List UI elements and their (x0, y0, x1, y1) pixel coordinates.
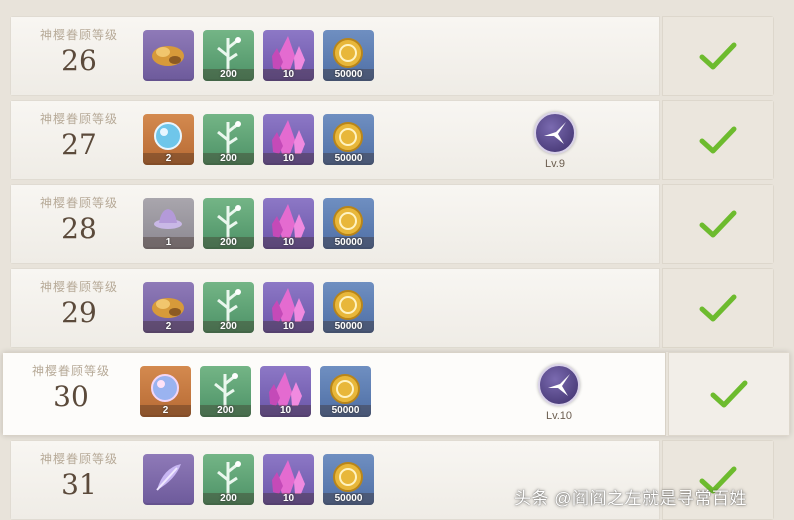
sacred-branch-icon[interactable]: 200 (203, 198, 254, 249)
unlock-reward[interactable]: Lv.10 (534, 364, 584, 422)
item-quantity: 200 (203, 153, 254, 165)
item-quantity: 50000 (320, 405, 371, 417)
level-label: 神樱眷顾等级 (39, 28, 118, 42)
crystal-cluster-icon[interactable]: 10 (260, 366, 311, 417)
reward-items: 2 200 10 50000 (140, 366, 371, 417)
level-row-29: 神樱眷顾等级 29 2 200 10 50000 (10, 268, 774, 348)
level-number: 30 (53, 380, 89, 413)
row-status-cell (662, 268, 774, 348)
level-label: 神樱眷顾等级 (39, 280, 118, 294)
crystal-cluster-icon[interactable]: 10 (263, 454, 314, 505)
gadget-badge-icon (534, 112, 576, 154)
item-quantity: 10 (263, 237, 314, 249)
gadget-badge-icon (538, 364, 580, 406)
level-number: 28 (61, 212, 97, 245)
unlock-level: Lv.10 (545, 410, 573, 422)
crystal-cluster-icon[interactable]: 10 (263, 114, 314, 165)
reward-items: 200 10 50000 (143, 454, 374, 505)
level-number: 26 (61, 44, 97, 77)
sacred-branch-icon[interactable]: 200 (203, 454, 254, 505)
item-quantity: 200 (203, 69, 254, 81)
checkmark-icon (699, 42, 737, 70)
hat-icon[interactable]: 1 (143, 198, 194, 249)
row-status-cell (662, 100, 774, 180)
level-number: 29 (61, 296, 97, 329)
checkmark-icon (699, 126, 737, 154)
item-quantity: 50000 (323, 69, 374, 81)
crystal-orb-icon[interactable]: 2 (140, 366, 191, 417)
row-status-cell (662, 16, 774, 96)
mora-coin-icon[interactable]: 50000 (323, 454, 374, 505)
item-quantity: 10 (260, 405, 311, 417)
mora-coin-icon[interactable]: 50000 (323, 198, 374, 249)
item-quantity: 50000 (323, 237, 374, 249)
item-quantity: 1 (143, 237, 194, 249)
crystal-cluster-icon[interactable]: 10 (263, 282, 314, 333)
reward-items: 200 10 50000 (143, 30, 374, 81)
item-quantity: 2 (143, 153, 194, 165)
mora-coin-icon[interactable]: 50000 (323, 282, 374, 333)
ore-chunk-icon[interactable] (143, 30, 194, 81)
reward-items: 1 200 10 50000 (143, 198, 374, 249)
checkmark-icon (699, 210, 737, 238)
item-quantity: 10 (263, 321, 314, 333)
crystal-orb-icon[interactable]: 2 (143, 114, 194, 165)
row-status-cell (662, 184, 774, 264)
reward-board: 神樱眷顾等级 26 200 10 50000 神樱眷顾等级 27 2 200 1… (0, 0, 794, 520)
level-row-26: 神樱眷顾等级 26 200 10 50000 (10, 16, 774, 96)
item-quantity: 10 (263, 69, 314, 81)
row-status-cell (668, 352, 790, 436)
level-label: 神樱眷顾等级 (39, 196, 118, 210)
checkmark-icon (710, 380, 748, 408)
item-quantity: 50000 (323, 321, 374, 333)
mora-coin-icon[interactable]: 50000 (323, 114, 374, 165)
item-quantity: 2 (143, 321, 194, 333)
sacred-branch-icon[interactable]: 200 (203, 282, 254, 333)
item-quantity: 200 (203, 493, 254, 505)
feather-icon[interactable] (143, 454, 194, 505)
level-label: 神樱眷顾等级 (31, 364, 110, 378)
unlock-level: Lv.9 (545, 158, 565, 170)
level-row-30: 神樱眷顾等级 30 2 200 10 50000 Lv.10 (2, 352, 790, 436)
item-quantity: 200 (200, 405, 251, 417)
ore-chunk-icon[interactable]: 2 (143, 282, 194, 333)
crystal-cluster-icon[interactable]: 10 (263, 198, 314, 249)
item-quantity: 10 (263, 153, 314, 165)
item-quantity: 2 (140, 405, 191, 417)
level-row-28: 神樱眷顾等级 28 1 200 10 50000 (10, 184, 774, 264)
watermark: 头条 @阎阎之左就是寻常百姓 (514, 489, 747, 508)
item-quantity: 50000 (323, 493, 374, 505)
sacred-branch-icon[interactable]: 200 (200, 366, 251, 417)
checkmark-icon (699, 294, 737, 322)
reward-items: 2 200 10 50000 (143, 114, 374, 165)
sacred-branch-icon[interactable]: 200 (203, 114, 254, 165)
mora-coin-icon[interactable]: 50000 (323, 30, 374, 81)
level-number: 27 (61, 128, 97, 161)
reward-items: 2 200 10 50000 (143, 282, 374, 333)
item-quantity: 200 (203, 237, 254, 249)
unlock-reward[interactable]: Lv.9 (530, 112, 580, 170)
sacred-branch-icon[interactable]: 200 (203, 30, 254, 81)
crystal-cluster-icon[interactable]: 10 (263, 30, 314, 81)
item-quantity: 10 (263, 493, 314, 505)
mora-coin-icon[interactable]: 50000 (320, 366, 371, 417)
item-quantity: 200 (203, 321, 254, 333)
level-row-27: 神樱眷顾等级 27 2 200 10 50000 Lv.9 (10, 100, 774, 180)
item-quantity: 50000 (323, 153, 374, 165)
level-label: 神樱眷顾等级 (39, 112, 118, 126)
level-label: 神樱眷顾等级 (39, 452, 118, 466)
level-number: 31 (61, 468, 97, 501)
